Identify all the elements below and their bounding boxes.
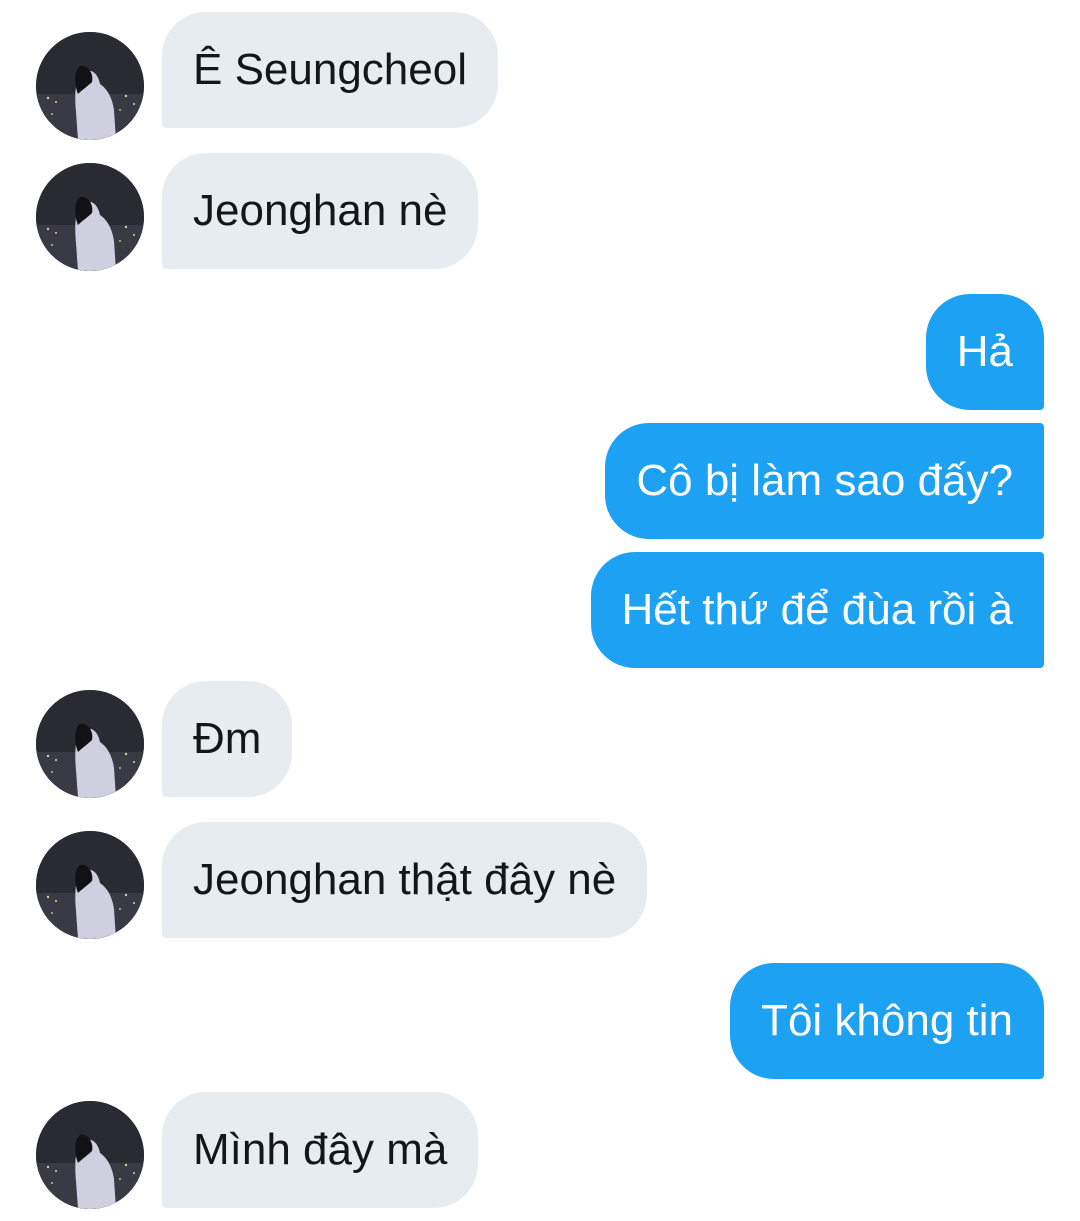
contact-avatar[interactable] — [36, 163, 144, 271]
message-text: Jeonghan thật đây nè — [193, 855, 617, 904]
message-row-outgoing: Hả — [0, 294, 1080, 410]
message-bubble-incoming[interactable]: Jeonghan nè — [162, 153, 479, 269]
contact-avatar[interactable] — [36, 1101, 144, 1209]
message-row-incoming: Mình đây mà — [0, 1092, 1080, 1209]
message-row-incoming: Jeonghan thật đây nè — [0, 822, 1080, 939]
contact-avatar[interactable] — [36, 690, 144, 798]
avatar-photo-icon — [36, 831, 144, 939]
message-text: Hả — [956, 327, 1013, 376]
message-bubble-outgoing[interactable]: Cô bị làm sao đấy? — [605, 423, 1044, 539]
message-text: Mình đây mà — [193, 1125, 448, 1174]
contact-avatar[interactable] — [36, 32, 144, 140]
message-bubble-incoming[interactable]: Đm — [162, 681, 293, 797]
message-bubble-outgoing[interactable]: Hết thứ để đùa rồi à — [590, 552, 1044, 668]
message-row-outgoing: Hết thứ để đùa rồi à — [0, 552, 1080, 668]
message-text: Ê Seungcheol — [193, 45, 467, 94]
message-row-outgoing: Tôi không tin — [0, 963, 1080, 1079]
avatar-photo-icon — [36, 163, 144, 271]
avatar-photo-icon — [36, 32, 144, 140]
contact-avatar[interactable] — [36, 831, 144, 939]
message-text: Jeonghan nè — [193, 186, 448, 235]
message-bubble-incoming[interactable]: Jeonghan thật đây nè — [162, 822, 648, 938]
message-row-incoming: Đm — [0, 681, 1080, 798]
message-bubble-outgoing[interactable]: Hả — [925, 294, 1044, 410]
avatar-photo-icon — [36, 1101, 144, 1209]
message-text: Đm — [193, 714, 262, 763]
message-row-outgoing: Cô bị làm sao đấy? — [0, 423, 1080, 539]
message-row-incoming: Ê Seungcheol — [0, 12, 1080, 140]
message-row-incoming: Jeonghan nè — [0, 153, 1080, 271]
message-bubble-incoming[interactable]: Mình đây mà — [162, 1092, 479, 1208]
avatar-photo-icon — [36, 690, 144, 798]
message-bubble-incoming[interactable]: Ê Seungcheol — [162, 12, 498, 128]
message-text: Hết thứ để đùa rồi à — [621, 585, 1013, 634]
message-text: Cô bị làm sao đấy? — [636, 456, 1013, 505]
message-bubble-outgoing[interactable]: Tôi không tin — [730, 963, 1044, 1079]
message-text: Tôi không tin — [761, 996, 1013, 1045]
